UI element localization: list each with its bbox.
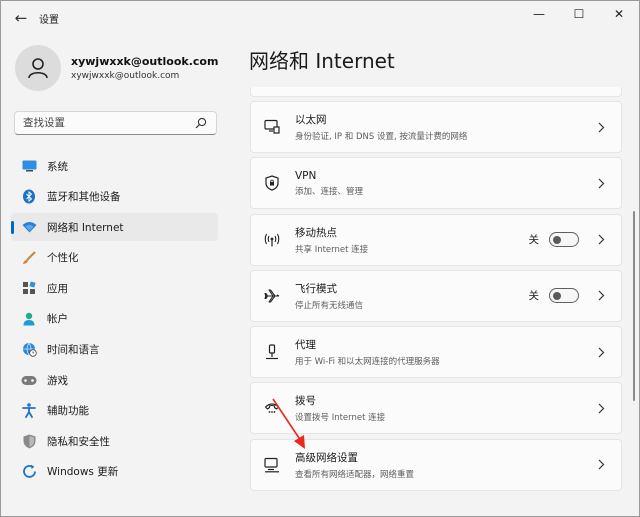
chevron-right-icon bbox=[593, 234, 609, 245]
chevron-right-icon bbox=[593, 459, 609, 470]
sidebar-item-label: 游戏 bbox=[47, 374, 68, 387]
monitor-icon bbox=[21, 158, 37, 174]
setting-title: 飞行模式 bbox=[295, 282, 337, 295]
sidebar-item-privacy[interactable]: 隐私和安全性 bbox=[11, 427, 218, 455]
maximize-button[interactable]: ☐ bbox=[559, 1, 599, 27]
page-title: 网络和 Internet bbox=[249, 49, 395, 73]
advanced-network-icon bbox=[263, 456, 281, 474]
window-controls: — ☐ ✕ bbox=[519, 1, 639, 27]
hotspot-toggle[interactable] bbox=[549, 232, 579, 248]
setting-title: VPN bbox=[295, 169, 317, 182]
setting-title: 代理 bbox=[295, 339, 316, 352]
brush-icon bbox=[21, 250, 37, 266]
setting-airplane-mode[interactable]: 飞行模式 停止所有无线通信 关 bbox=[250, 269, 622, 322]
setting-title: 拨号 bbox=[295, 395, 316, 408]
chevron-right-icon bbox=[593, 178, 609, 189]
airplane-toggle[interactable] bbox=[549, 288, 579, 304]
wifi-icon bbox=[21, 219, 37, 235]
sidebar-item-label: 蓝牙和其他设备 bbox=[47, 191, 121, 204]
update-icon bbox=[21, 464, 37, 480]
sidebar-item-label: 隐私和安全性 bbox=[47, 435, 110, 448]
avatar bbox=[15, 45, 61, 91]
close-button[interactable]: ✕ bbox=[599, 1, 639, 27]
toggle-state-label: 关 bbox=[528, 234, 540, 247]
profile-name: xywjwxxk@outlook.com bbox=[71, 55, 219, 68]
airplane-toggle-group: 关 bbox=[528, 288, 579, 304]
person-avatar-icon bbox=[28, 58, 48, 79]
setting-ethernet[interactable]: 以太网 身份验证, IP 和 DNS 设置, 按流量计费的网络 bbox=[250, 101, 622, 153]
vpn-shield-icon bbox=[263, 174, 281, 192]
sidebar-item-label: 个性化 bbox=[47, 252, 79, 265]
search-icon[interactable] bbox=[194, 116, 208, 130]
person-icon bbox=[21, 311, 37, 327]
globe-clock-icon bbox=[21, 342, 37, 358]
sidebar-item-gaming[interactable]: 游戏 bbox=[11, 366, 218, 394]
chevron-right-icon bbox=[593, 290, 609, 301]
sidebar-item-apps[interactable]: 应用 bbox=[11, 274, 218, 302]
hotspot-icon bbox=[263, 231, 281, 249]
sidebar-item-bluetooth[interactable]: 蓝牙和其他设备 bbox=[11, 183, 218, 211]
sidebar-item-personalization[interactable]: 个性化 bbox=[11, 244, 218, 272]
apps-icon bbox=[21, 280, 37, 296]
setting-title: 以太网 bbox=[295, 114, 327, 126]
window-title: 设置 bbox=[39, 14, 59, 26]
setting-title: 移动热点 bbox=[295, 226, 337, 239]
sidebar-item-label: 时间和语言 bbox=[47, 344, 100, 357]
setting-subtitle: 用于 Wi-Fi 和以太网连接的代理服务器 bbox=[295, 357, 440, 368]
setting-subtitle: 查看所有网络适配器，网络重置 bbox=[295, 469, 415, 480]
hotspot-toggle-group: 关 bbox=[528, 232, 579, 248]
sidebar-item-label: 辅助功能 bbox=[47, 405, 89, 418]
sidebar-item-label: 网络和 Internet bbox=[47, 221, 124, 234]
sidebar-item-label: 应用 bbox=[47, 282, 68, 295]
setting-title: 高级网络设置 bbox=[295, 451, 358, 464]
setting-proxy[interactable]: 代理 用于 Wi-Fi 和以太网连接的代理服务器 bbox=[250, 326, 622, 379]
sidebar-item-accounts[interactable]: 帐户 bbox=[11, 305, 218, 333]
chevron-right-icon bbox=[593, 403, 609, 414]
airplane-icon bbox=[263, 287, 281, 305]
minimize-button[interactable]: — bbox=[519, 1, 559, 27]
title-bar: ← 设置 — ☐ ✕ bbox=[1, 1, 639, 35]
search-input[interactable] bbox=[23, 117, 194, 129]
list-item-partial bbox=[250, 87, 622, 97]
setting-vpn[interactable]: VPN 添加、连接、管理 bbox=[250, 157, 622, 210]
sidebar-item-time-language[interactable]: 时间和语言 bbox=[11, 336, 218, 364]
accessibility-icon bbox=[21, 403, 37, 419]
sidebar-nav: 系统 蓝牙和其他设备 网络和 Internet 个性化 应用 帐户 时间和语言 … bbox=[11, 152, 218, 489]
setting-subtitle: 身份验证, IP 和 DNS 设置, 按流量计费的网络 bbox=[295, 132, 468, 142]
sidebar-item-windows-update[interactable]: Windows 更新 bbox=[11, 458, 218, 486]
annotation-arrow-icon bbox=[272, 398, 305, 449]
bluetooth-icon bbox=[21, 189, 37, 205]
setting-mobile-hotspot[interactable]: 移动热点 共享 Internet 连接 关 bbox=[250, 213, 622, 266]
setting-subtitle: 共享 Internet 连接 bbox=[295, 244, 369, 255]
search-box[interactable] bbox=[14, 111, 217, 135]
sidebar-item-system[interactable]: 系统 bbox=[11, 152, 218, 180]
back-button[interactable]: ← bbox=[5, 3, 37, 33]
setting-subtitle: 停止所有无线通信 bbox=[295, 300, 364, 311]
sidebar-item-label: 系统 bbox=[47, 160, 68, 173]
setting-subtitle: 设置拨号 Internet 连接 bbox=[295, 413, 386, 424]
proxy-icon bbox=[263, 343, 281, 361]
ethernet-icon bbox=[263, 118, 281, 136]
sidebar-item-network[interactable]: 网络和 Internet bbox=[11, 213, 218, 242]
shield-icon bbox=[21, 433, 37, 449]
toggle-state-label: 关 bbox=[528, 290, 540, 303]
chevron-right-icon bbox=[593, 347, 609, 358]
scrollbar[interactable] bbox=[633, 211, 635, 401]
gamepad-icon bbox=[21, 372, 37, 388]
sidebar-item-label: Windows 更新 bbox=[47, 466, 119, 479]
chevron-right-icon bbox=[593, 122, 609, 133]
user-profile[interactable]: xywjwxxk@outlook.com xywjwxxk@outlook.co… bbox=[15, 45, 218, 91]
profile-email: xywjwxxk@outlook.com bbox=[71, 71, 180, 81]
sidebar-item-accessibility[interactable]: 辅助功能 bbox=[11, 397, 218, 425]
setting-subtitle: 添加、连接、管理 bbox=[295, 186, 364, 197]
sidebar-item-label: 帐户 bbox=[47, 313, 68, 326]
